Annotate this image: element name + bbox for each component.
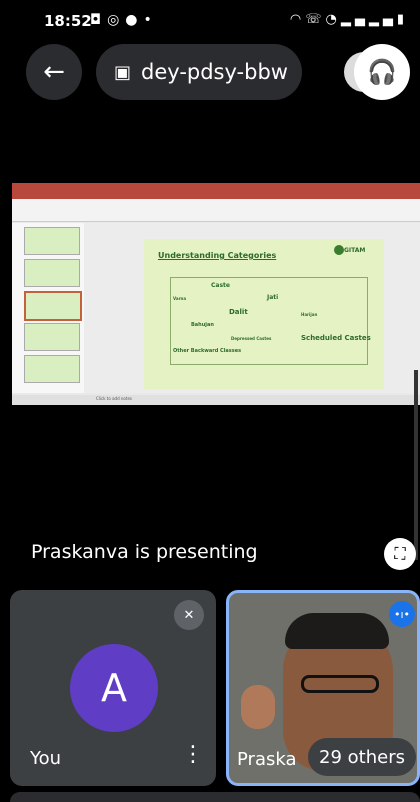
avatar: A (70, 644, 158, 732)
slide-term: Dalit (229, 308, 248, 316)
slide-thumbnail (24, 323, 80, 351)
dot-icon: • (143, 12, 158, 28)
avatar-initial: A (101, 666, 127, 710)
audio-output-button[interactable]: 🎧 (354, 44, 410, 100)
slide-term: Varna (173, 296, 187, 301)
shared-screen[interactable]: Understanding Categories GITAM Caste Var… (12, 183, 420, 405)
meeting-top-bar: ← ▣ dey-pdsy-bbw 🎧 (0, 44, 420, 102)
slide-term: Bahujan (191, 322, 214, 328)
speaking-badge: •ı• (389, 601, 415, 627)
system-icons: ◠☏◔▂▄▂▄▮ (290, 12, 408, 27)
arrow-left-icon: ← (43, 57, 65, 87)
notification-icons: ◘◎●• (90, 12, 158, 28)
current-slide: Understanding Categories GITAM Caste Var… (144, 239, 384, 389)
slide-thumbnail (24, 355, 80, 383)
headphones-icon: 🎧 (367, 58, 397, 86)
facebook-icon: ● (125, 12, 144, 28)
slide-term: Other Backward Classes (173, 348, 242, 354)
participant-video-hand (241, 685, 275, 729)
gitam-logo-text: GITAM (344, 247, 366, 254)
bottom-controls-peek (10, 792, 420, 802)
status-bar: 18:52 ◘◎●• ◠☏◔▂▄▂▄▮ (0, 0, 420, 40)
notes-hint: Click to add notes (96, 396, 132, 401)
others-count-pill[interactable]: 29 others (308, 738, 416, 776)
battery-icon: ▮ (396, 12, 408, 27)
screen-record-icon: ◘ (90, 12, 108, 28)
powerpoint-status-bar: Click to add notes (12, 395, 420, 405)
presenting-bar: Praskanva is presenting ⛶ (0, 530, 420, 580)
gitam-logo-icon (334, 245, 344, 255)
participant-tile-you[interactable]: ✕ A You ⋮ (10, 590, 216, 786)
meeting-info-pill[interactable]: ▣ dey-pdsy-bbw (96, 44, 302, 100)
slide-term: Jati (267, 294, 279, 301)
fullscreen-button[interactable]: ⛶ (384, 538, 416, 570)
slide-thumbnail (24, 291, 82, 321)
slide-thumbnails (12, 223, 85, 393)
mic-off-icon: ✕ (183, 607, 195, 623)
volte-icon: ☏ (305, 12, 326, 27)
more-options-button[interactable]: ⋮ (182, 742, 204, 770)
slide-term: Scheduled Castes (301, 334, 371, 342)
slide-term: Harijan (301, 312, 318, 317)
others-count: 29 others (319, 746, 405, 768)
more-vert-icon: ⋮ (182, 742, 204, 767)
whatsapp-icon: ◎ (107, 12, 126, 28)
powerpoint-ribbon (12, 199, 420, 222)
fullscreen-icon: ⛶ (394, 544, 406, 563)
calendar-icon: ▣ (114, 61, 132, 83)
slide-term: Depressed Castes (231, 336, 272, 341)
participant-name: Praska (237, 749, 297, 770)
headphones-icon: ◠ (289, 12, 306, 27)
slide-thumbnail (24, 259, 80, 287)
back-button[interactable]: ← (26, 44, 82, 100)
meeting-code: dey-pdsy-bbw (141, 60, 288, 84)
signal-icon: ▂▄ (368, 12, 397, 27)
mic-off-badge: ✕ (174, 600, 204, 630)
slide-title: Understanding Categories (158, 251, 277, 260)
participant-name: You (30, 748, 62, 769)
participant-video-hair (285, 613, 389, 649)
slide-canvas: Understanding Categories GITAM Caste Var… (84, 223, 420, 393)
presenting-label: Praskanva is presenting (31, 541, 258, 563)
slide-term: Caste (211, 282, 230, 289)
concept-box: Caste Varna Jati Dalit Harijan Bahujan D… (170, 277, 371, 365)
slide-thumbnail (24, 227, 80, 255)
status-time: 18:52 (44, 12, 92, 30)
wifi-icon: ◔ (325, 12, 341, 27)
powerpoint-title-bar (12, 183, 420, 193)
participant-video-glasses (301, 675, 379, 693)
signal-icon: ▂▄ (340, 12, 369, 27)
audio-wave-icon: •ı• (393, 607, 411, 621)
